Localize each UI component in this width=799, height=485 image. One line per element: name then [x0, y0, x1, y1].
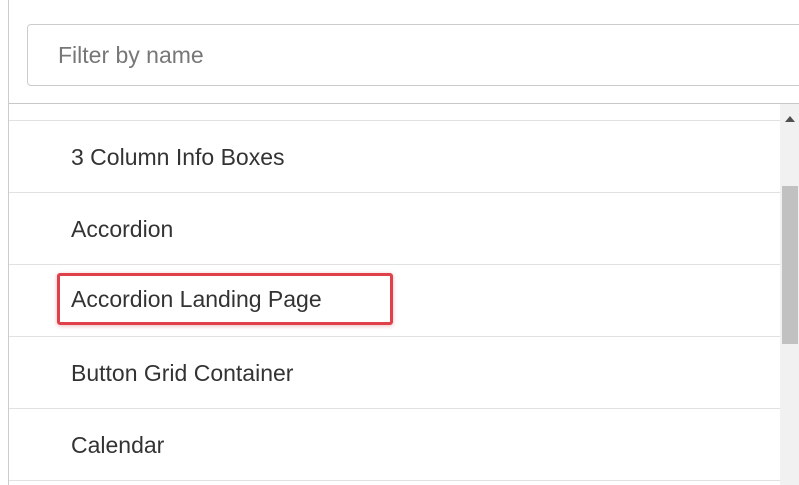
list-item-accordion-landing-page[interactable]: Accordion Landing Page: [9, 265, 780, 337]
list-item-3-column-info-boxes[interactable]: 3 Column Info Boxes: [9, 121, 780, 193]
template-list: 3 Column Info Boxes Accordion Accordion …: [9, 104, 780, 485]
list-item-label: 3 Column Info Boxes: [71, 144, 285, 170]
scroll-up-arrow-icon[interactable]: [785, 116, 795, 122]
list-item-accordion[interactable]: Accordion: [9, 193, 780, 265]
list-item-button-grid-container[interactable]: Button Grid Container: [9, 337, 780, 409]
template-picker-panel: 3 Column Info Boxes Accordion Accordion …: [8, 0, 799, 485]
filter-by-name-input[interactable]: [27, 24, 799, 86]
list-item-label: Accordion Landing Page: [71, 286, 322, 312]
vertical-scrollbar[interactable]: [780, 104, 799, 485]
list-item-label: Accordion: [71, 216, 174, 242]
filter-area: [9, 0, 799, 104]
list-item-label: Calendar: [71, 432, 165, 458]
scrollbar-thumb[interactable]: [782, 186, 798, 344]
list-item-calendar[interactable]: Calendar: [9, 409, 780, 481]
list-item-label: Button Grid Container: [71, 360, 294, 386]
list-top-divider: [9, 104, 780, 121]
